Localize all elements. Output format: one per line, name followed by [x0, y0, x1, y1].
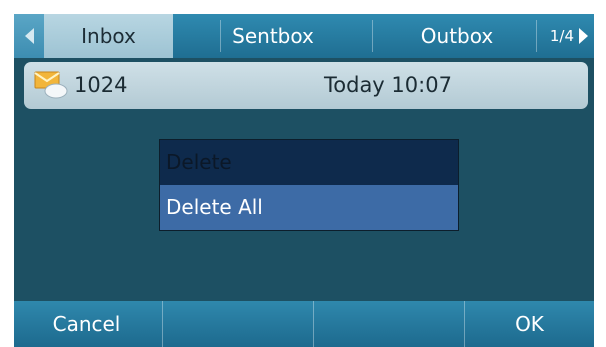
message-sender-number: 1024 — [74, 73, 128, 97]
menu-item-delete[interactable]: Delete — [160, 140, 458, 185]
message-timestamp: Today 10:07 — [324, 73, 452, 97]
tab-outbox[interactable]: Outbox — [372, 14, 542, 58]
page-indicator[interactable]: 1/4 — [536, 14, 594, 58]
tab-sentbox[interactable]: Sentbox — [174, 14, 372, 58]
page-indicator-label: 1/4 — [549, 27, 574, 45]
tab-inbox[interactable]: Inbox — [44, 14, 173, 58]
cancel-button[interactable]: Cancel — [14, 301, 159, 347]
message-list-item[interactable]: 1024 Today 10:07 — [24, 62, 588, 109]
options-menu: Delete Delete All — [159, 139, 459, 231]
softkey-bar: Cancel OK — [14, 301, 594, 347]
tab-bar: Inbox Sentbox Outbox 1/4 — [14, 14, 594, 58]
envelope-icon — [34, 71, 68, 99]
softkey-3-button[interactable] — [314, 301, 459, 347]
menu-item-delete-all[interactable]: Delete All — [160, 185, 458, 230]
softkey-2-button[interactable] — [163, 301, 308, 347]
ok-button[interactable]: OK — [465, 301, 594, 347]
tab-scroll-left-icon[interactable] — [14, 14, 44, 58]
tab-scroll-right-icon — [579, 28, 588, 44]
phone-screen: Inbox Sentbox Outbox 1/4 1024 Today 10:0… — [14, 14, 594, 347]
